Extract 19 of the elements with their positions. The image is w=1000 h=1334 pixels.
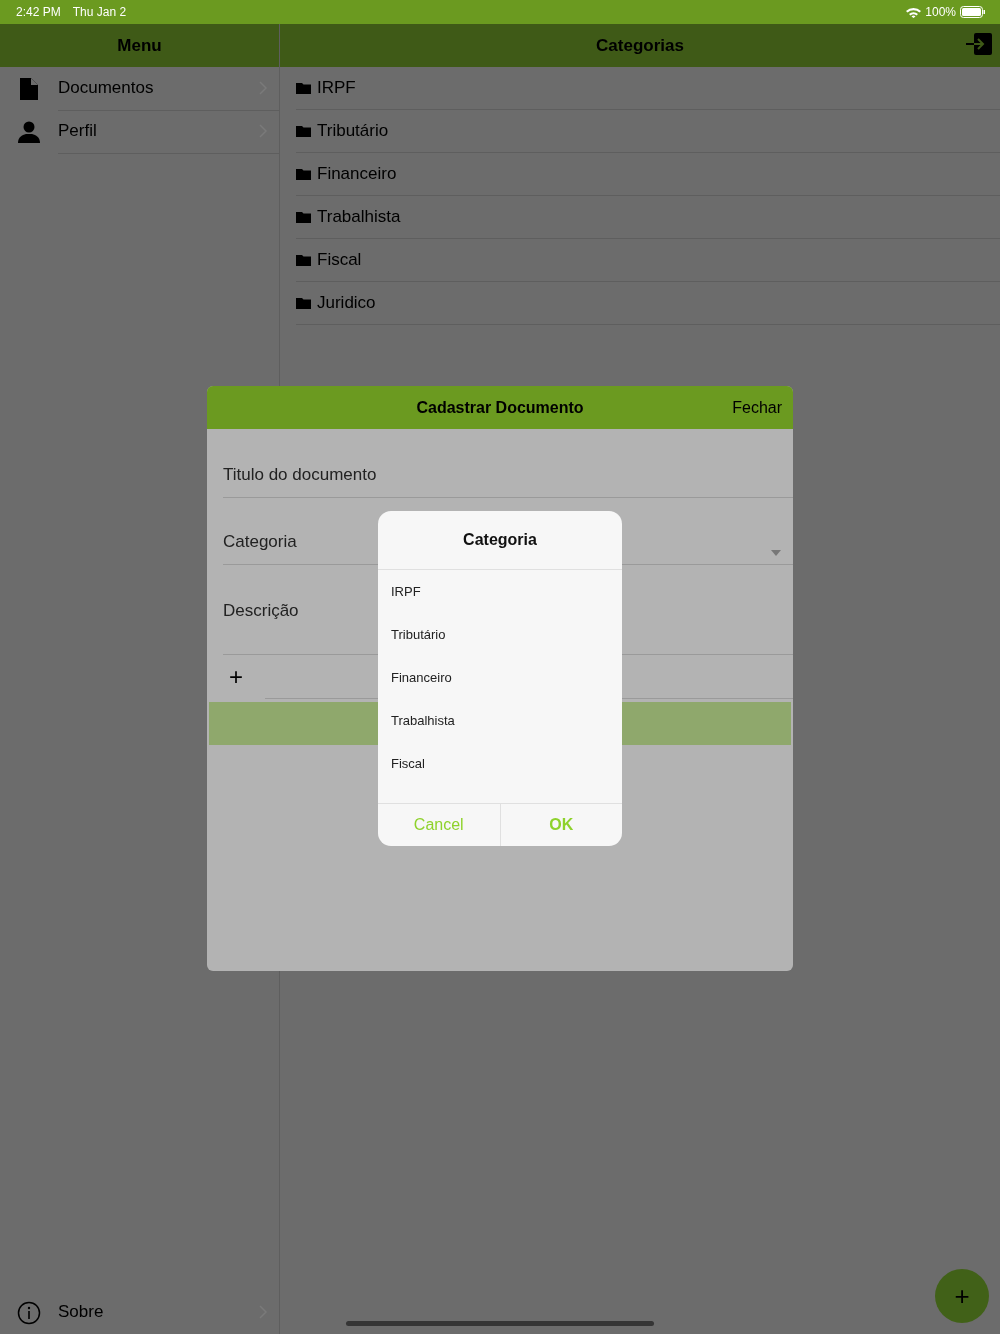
- category-label: Fiscal: [317, 250, 362, 270]
- sidebar-item-label: Documentos: [58, 78, 154, 98]
- sidebar-title: Menu: [117, 35, 162, 56]
- category-label: IRPF: [317, 78, 356, 98]
- category-label: Juridico: [317, 293, 376, 313]
- sidebar-item-label: Sobre: [58, 1302, 104, 1322]
- status-date: Thu Jan 2: [72, 5, 127, 19]
- field-placeholder: Titulo do documento: [223, 465, 377, 485]
- dialog-title: Cadastrar Documento: [416, 398, 584, 417]
- field-placeholder: Descrição: [223, 601, 299, 621]
- category-label: Tributário: [317, 121, 389, 141]
- field-placeholder: Categoria: [223, 532, 297, 552]
- sidebar-item-label: Perfil: [58, 121, 97, 141]
- category-label: Financeiro: [317, 164, 397, 184]
- page-title: Categorias: [596, 35, 684, 56]
- status-time: 2:42 PM: [16, 5, 61, 19]
- battery-percentage: 100%: [925, 5, 956, 19]
- picker-title: Categoria: [463, 531, 537, 549]
- category-label: Trabalhista: [317, 207, 401, 227]
